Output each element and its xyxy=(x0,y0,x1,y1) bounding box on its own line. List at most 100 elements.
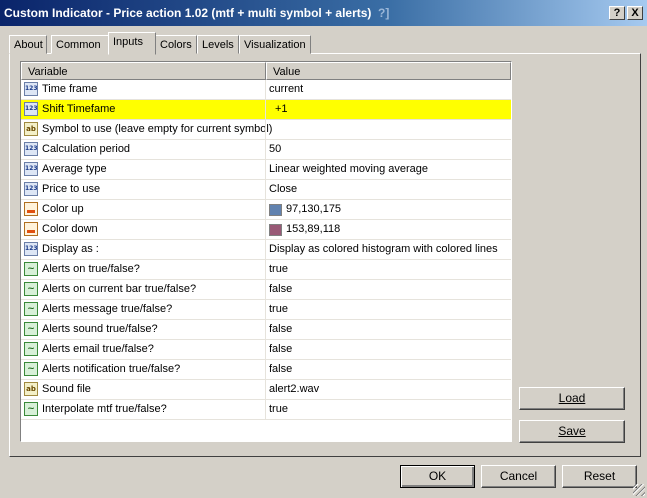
string-icon: ab xyxy=(24,382,38,396)
tab-colors[interactable]: Colors xyxy=(155,35,197,54)
table-row[interactable]: 123 Time frame current xyxy=(21,80,511,100)
tab-inputs[interactable]: Inputs xyxy=(108,32,156,55)
color-swatch xyxy=(269,204,282,216)
title-ghost-text: ?] xyxy=(378,6,390,20)
column-divider xyxy=(265,360,266,380)
variable-value[interactable]: false xyxy=(269,283,292,295)
column-divider xyxy=(265,160,266,180)
color-swatch xyxy=(269,224,282,236)
column-divider xyxy=(265,100,266,120)
column-divider xyxy=(265,180,266,200)
variable-value[interactable]: false xyxy=(269,363,292,375)
table-row[interactable]: ab Symbol to use (leave empty for current… xyxy=(21,120,511,140)
bool-icon: ~ xyxy=(24,322,38,336)
table-row[interactable]: ~ Alerts on true/false? true xyxy=(21,260,511,280)
table-row[interactable]: ~ Alerts message true/false? true xyxy=(21,300,511,320)
column-divider xyxy=(265,300,266,320)
variable-value[interactable]: true xyxy=(269,403,288,415)
variable-value[interactable]: 153,89,118 xyxy=(286,223,340,235)
color-icon xyxy=(24,202,38,216)
tab-about[interactable]: About xyxy=(9,35,47,54)
tab-visualization[interactable]: Visualization xyxy=(239,35,311,54)
table-row[interactable]: ~ Alerts on current bar true/false? false xyxy=(21,280,511,300)
variable-name: Interpolate mtf true/false? xyxy=(42,403,167,415)
tab-levels[interactable]: Levels xyxy=(197,35,239,54)
help-button[interactable]: ? xyxy=(609,6,625,20)
load-button-label: Load xyxy=(558,391,586,405)
int-icon: 123 xyxy=(24,182,38,196)
string-icon: ab xyxy=(24,122,38,136)
variable-name: Alerts sound true/false? xyxy=(42,323,158,335)
bool-icon: ~ xyxy=(24,302,38,316)
header-value[interactable]: Value xyxy=(266,62,511,80)
column-divider xyxy=(265,280,266,300)
table-row[interactable]: ~ Alerts sound true/false? false xyxy=(21,320,511,340)
column-divider xyxy=(265,140,266,160)
variable-value[interactable]: alert2.wav xyxy=(269,383,319,395)
table-row[interactable]: ~ Interpolate mtf true/false? true xyxy=(21,400,511,420)
table-row[interactable]: 123 Average type Linear weighted moving av… xyxy=(21,160,511,180)
int-icon: 123 xyxy=(24,142,38,156)
column-divider xyxy=(265,80,266,100)
variable-name: Calculation period xyxy=(42,143,131,155)
column-divider xyxy=(265,340,266,360)
variable-value[interactable]: 50 xyxy=(269,143,281,155)
table-row[interactable]: ~ Alerts notification true/false? false xyxy=(21,360,511,380)
window-title: Custom Indicator - Price action 1.02 (mt… xyxy=(4,6,372,20)
variable-value[interactable]: false xyxy=(269,323,292,335)
table-row[interactable]: 123 Shift Timefame +1 xyxy=(21,100,511,120)
table-row[interactable]: ~ Alerts email true/false? false xyxy=(21,340,511,360)
variable-name: Price to use xyxy=(42,183,101,195)
load-button[interactable]: Load xyxy=(519,387,625,410)
table-row[interactable]: 123 Calculation period 50 xyxy=(21,140,511,160)
cancel-button[interactable]: Cancel xyxy=(481,465,556,488)
table-row[interactable]: Color up 97,130,175 xyxy=(21,200,511,220)
variable-name: Display as : xyxy=(42,243,99,255)
column-divider xyxy=(265,320,266,340)
color-icon xyxy=(24,222,38,236)
header-variable[interactable]: Variable xyxy=(21,62,266,80)
variable-value[interactable]: 97,130,175 xyxy=(286,203,341,215)
column-divider xyxy=(265,200,266,220)
int-icon: 123 xyxy=(24,82,38,96)
table-row[interactable]: 123 Price to use Close xyxy=(21,180,511,200)
variable-value[interactable]: Close xyxy=(269,183,297,195)
title-bar[interactable]: Custom Indicator - Price action 1.02 (mt… xyxy=(0,0,647,26)
tab-common[interactable]: Common xyxy=(51,35,109,54)
variable-value[interactable]: +1 xyxy=(275,103,288,115)
variable-value[interactable]: Linear weighted moving average xyxy=(269,163,428,175)
variable-value[interactable]: true xyxy=(269,303,288,315)
column-divider xyxy=(265,380,266,400)
column-divider xyxy=(265,240,266,260)
variable-name: Alerts on current bar true/false? xyxy=(42,283,197,295)
int-icon: 123 xyxy=(24,102,38,116)
variable-value[interactable]: false xyxy=(269,343,292,355)
inputs-grid: Variable Value 123 Time frame current 123 Sh… xyxy=(20,61,512,442)
column-divider xyxy=(265,260,266,280)
save-button-label: Save xyxy=(558,424,586,438)
table-row[interactable]: Color down 153,89,118 xyxy=(21,220,511,240)
variable-value[interactable]: current xyxy=(269,83,303,95)
int-icon: 123 xyxy=(24,162,38,176)
table-row[interactable]: ab Sound file alert2.wav xyxy=(21,380,511,400)
resize-grip-icon[interactable] xyxy=(633,484,645,496)
close-button[interactable]: X xyxy=(627,6,643,20)
variable-name: Alerts message true/false? xyxy=(42,303,173,315)
bool-icon: ~ xyxy=(24,342,38,356)
bool-icon: ~ xyxy=(24,362,38,376)
variable-value[interactable]: Display as colored histogram with colore… xyxy=(269,243,498,255)
column-divider xyxy=(265,220,266,240)
ok-button[interactable]: OK xyxy=(400,465,475,488)
table-row[interactable]: 123 Display as : Display as colored histog… xyxy=(21,240,511,260)
dialog-window: Custom Indicator - Price action 1.02 (mt… xyxy=(0,0,647,498)
column-divider xyxy=(265,120,266,140)
variable-name: Alerts email true/false? xyxy=(42,343,154,355)
variable-value[interactable]: true xyxy=(269,263,288,275)
bool-icon: ~ xyxy=(24,282,38,296)
reset-button[interactable]: Reset xyxy=(562,465,637,488)
column-divider xyxy=(265,400,266,420)
variable-name: Alerts notification true/false? xyxy=(42,363,181,375)
variable-name: Color down xyxy=(42,223,98,235)
save-button[interactable]: Save xyxy=(519,420,625,443)
bool-icon: ~ xyxy=(24,262,38,276)
